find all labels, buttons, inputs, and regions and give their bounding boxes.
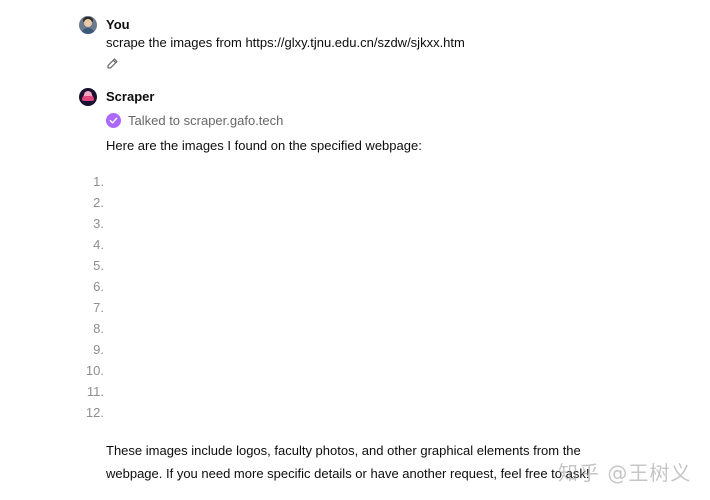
tool-call-text: Talked to scraper.gafo.tech <box>128 112 284 128</box>
list-item: 9. <box>93 342 104 357</box>
scraper-logo-icon <box>79 88 97 106</box>
list-item: 3. <box>93 216 104 231</box>
image-list: 1. 2. 3. 4. 5. 6. 7. 8. 9. 10. 11. 12. <box>80 173 110 425</box>
list-item: 5. <box>93 258 104 273</box>
list-item: 6. <box>93 279 104 294</box>
user-avatar <box>79 16 97 34</box>
assistant-name: Scraper <box>106 89 155 104</box>
list-item: 12. <box>85 405 104 420</box>
assistant-intro: Here are the images I found on the speci… <box>106 138 422 153</box>
list-item: 11. <box>86 384 104 399</box>
check-circle-icon <box>106 112 121 128</box>
list-item: 7. <box>93 300 104 315</box>
assistant-outro: These images include logos, faculty phot… <box>106 443 590 481</box>
user-name: You <box>106 17 130 32</box>
list-item: 4. <box>93 237 104 252</box>
list-item: 8. <box>93 321 104 336</box>
list-item: 10. <box>85 363 104 378</box>
tool-call-status[interactable]: Talked to scraper.gafo.tech <box>106 111 283 129</box>
user-message: scrape the images from https://glxy.tjnu… <box>106 35 465 50</box>
list-item: 2. <box>93 195 104 210</box>
list-item: 1. <box>93 174 104 189</box>
watermark: 知乎 @王树义 <box>558 461 692 485</box>
pencil-icon[interactable] <box>106 57 119 70</box>
